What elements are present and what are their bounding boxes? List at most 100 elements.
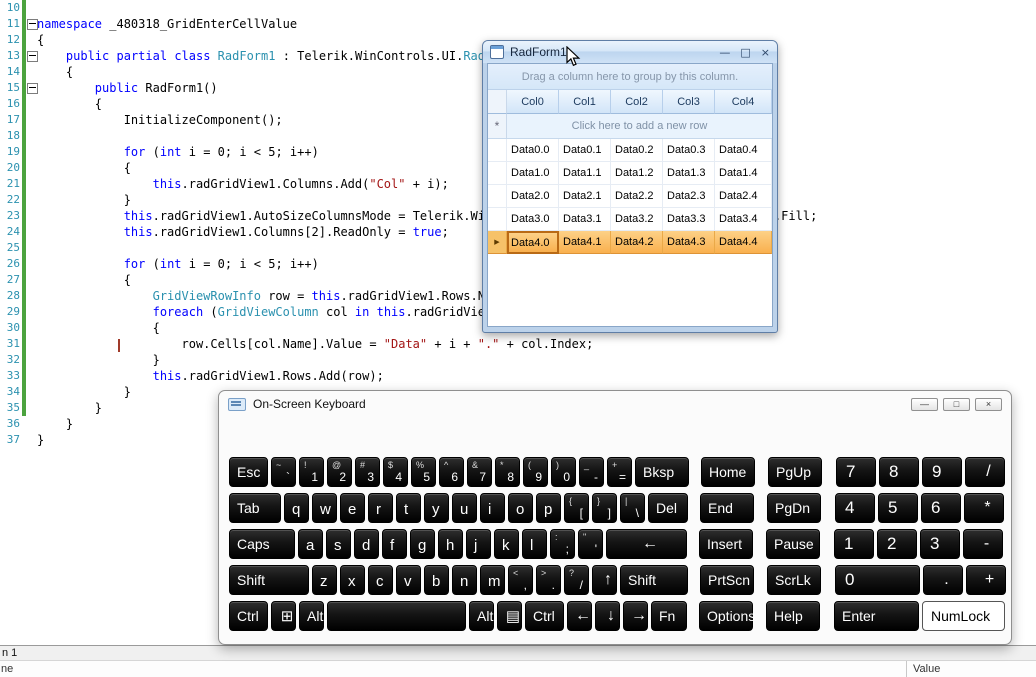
grid-cell[interactable]: Data4.0 bbox=[507, 231, 559, 254]
grid-row-4[interactable]: ▶ Data4.0 Data4.1 Data4.2 Data4.3 Data4.4 bbox=[488, 231, 772, 254]
key-period[interactable]: >. bbox=[536, 565, 561, 595]
key-c[interactable]: c bbox=[368, 565, 393, 595]
key-numpad8[interactable]: 8 bbox=[879, 457, 919, 487]
grid-cell[interactable]: Data2.0 bbox=[507, 185, 559, 208]
minimize-button[interactable]: — bbox=[911, 397, 938, 411]
key-left-bracket[interactable]: {[ bbox=[564, 493, 589, 523]
column-header-col2[interactable]: Col2 bbox=[611, 90, 663, 114]
restore-button[interactable]: □ bbox=[943, 397, 970, 411]
grid-cell[interactable]: Data4.1 bbox=[559, 231, 611, 254]
grid-group-panel[interactable]: Drag a column here to group by this colu… bbox=[488, 64, 772, 90]
column-header-col0[interactable]: Col0 bbox=[507, 90, 559, 114]
code-line[interactable]: 31 row.Cells[col.Name].Value = "Data" + … bbox=[0, 336, 1036, 352]
key-o[interactable]: o bbox=[508, 493, 533, 523]
key-pgdn[interactable]: PgDn bbox=[767, 493, 821, 523]
close-button[interactable]: × bbox=[975, 397, 1002, 411]
radform-titlebar[interactable]: RadForm1 — □ × bbox=[483, 41, 777, 63]
key-z[interactable]: z bbox=[312, 565, 337, 595]
key-menu[interactable]: ▤ bbox=[497, 601, 522, 631]
grid-cell[interactable]: Data0.3 bbox=[663, 139, 715, 162]
code-line[interactable]: 32 } bbox=[0, 352, 1036, 368]
grid-cell[interactable]: Data4.2 bbox=[611, 231, 663, 254]
key-fn[interactable]: Fn bbox=[651, 601, 687, 631]
key-arrow-up[interactable]: ↑ bbox=[592, 565, 617, 595]
key-quote[interactable]: " ' bbox=[578, 529, 603, 559]
key-t[interactable]: t bbox=[396, 493, 421, 523]
key-numpad-add[interactable]: + bbox=[966, 565, 1006, 595]
grid-cell[interactable]: Data2.1 bbox=[559, 185, 611, 208]
key-bksp[interactable]: Bksp bbox=[635, 457, 689, 487]
osk-titlebar[interactable]: On-Screen Keyboard — □ × bbox=[219, 391, 1011, 417]
grid-cell[interactable]: Data4.3 bbox=[663, 231, 715, 254]
key-a[interactable]: a bbox=[298, 529, 323, 559]
key-u[interactable]: u bbox=[452, 493, 477, 523]
key-right-bracket[interactable]: }] bbox=[592, 493, 617, 523]
key-g[interactable]: g bbox=[410, 529, 435, 559]
key-v[interactable]: v bbox=[396, 565, 421, 595]
key-q[interactable]: q bbox=[284, 493, 309, 523]
key-options[interactable]: Options bbox=[699, 601, 755, 631]
key-8[interactable]: * 8 bbox=[495, 457, 520, 487]
grid-cell[interactable]: Data3.0 bbox=[507, 208, 559, 231]
key-numpad-decimal[interactable]: . bbox=[923, 565, 963, 595]
key-slash[interactable]: ? / bbox=[564, 565, 589, 595]
code-line[interactable]: 33 this.radGridView1.Rows.Add(row); bbox=[0, 368, 1036, 384]
grid-cell[interactable]: Data2.4 bbox=[715, 185, 772, 208]
key-numpad3[interactable]: 3 bbox=[920, 529, 960, 559]
grid-cell[interactable]: Data2.3 bbox=[663, 185, 715, 208]
grid-cell[interactable]: Data0.1 bbox=[559, 139, 611, 162]
key-esc[interactable]: Esc bbox=[229, 457, 268, 487]
fold-collapse-icon[interactable] bbox=[27, 19, 38, 30]
key-x[interactable]: x bbox=[340, 565, 365, 595]
key-w[interactable]: w bbox=[312, 493, 337, 523]
key-3[interactable]: #3 bbox=[355, 457, 380, 487]
key-numpad7[interactable]: 7 bbox=[836, 457, 876, 487]
key-key[interactable]: ~ ` bbox=[271, 457, 296, 487]
grid-cell[interactable]: Data3.3 bbox=[663, 208, 715, 231]
key-p[interactable]: p bbox=[536, 493, 561, 523]
key-minus[interactable]: _ - bbox=[579, 457, 604, 487]
grid-cell[interactable]: Data3.1 bbox=[559, 208, 611, 231]
key-b[interactable]: b bbox=[424, 565, 449, 595]
key-m[interactable]: m bbox=[480, 565, 505, 595]
grid-new-row[interactable]: * Click here to add a new row bbox=[488, 114, 772, 139]
key-numpad-enter[interactable]: Enter bbox=[834, 601, 919, 631]
minimize-button[interactable]: — bbox=[719, 47, 730, 58]
column-header-col3[interactable]: Col3 bbox=[663, 90, 715, 114]
grid-cell[interactable]: Data1.1 bbox=[559, 162, 611, 185]
key-scrlk[interactable]: ScrLk bbox=[767, 565, 821, 595]
key-semicolon[interactable]: :; bbox=[550, 529, 575, 559]
fold-collapse-icon[interactable] bbox=[27, 83, 38, 94]
key-space[interactable] bbox=[327, 601, 466, 631]
column-header-col4[interactable]: Col4 bbox=[715, 90, 772, 114]
key-numpad-multiply[interactable]: * bbox=[964, 493, 1004, 523]
key-numpad1[interactable]: 1 bbox=[834, 529, 874, 559]
key-i[interactable]: i bbox=[480, 493, 505, 523]
key-arrow-down[interactable]: ↓ bbox=[595, 601, 620, 631]
key-j[interactable]: j bbox=[466, 529, 491, 559]
key-5[interactable]: % 5 bbox=[411, 457, 436, 487]
key-0[interactable]: ) 0 bbox=[551, 457, 576, 487]
grid-cell[interactable]: Data2.2 bbox=[611, 185, 663, 208]
key-end[interactable]: End bbox=[700, 493, 754, 523]
column-header-col1[interactable]: Col1 bbox=[559, 90, 611, 114]
key-tab[interactable]: Tab bbox=[229, 493, 281, 523]
key-insert[interactable]: Insert bbox=[699, 529, 753, 559]
key-right-ctrl[interactable]: Ctrl bbox=[525, 601, 564, 631]
key-numpad5[interactable]: 5 bbox=[878, 493, 918, 523]
key-enter-return[interactable]: ← bbox=[606, 529, 687, 559]
key-l[interactable]: l bbox=[522, 529, 547, 559]
key-numlock[interactable]: NumLock bbox=[922, 601, 1005, 631]
key-k[interactable]: k bbox=[494, 529, 519, 559]
key-4[interactable]: $4 bbox=[383, 457, 408, 487]
grid-row-2[interactable]: Data2.0 Data2.1 Data2.2 Data2.3 Data2.4 bbox=[488, 185, 772, 208]
key-numpad-subtract[interactable]: - bbox=[963, 529, 1003, 559]
key-f[interactable]: f bbox=[382, 529, 407, 559]
key-right-alt[interactable]: Alt bbox=[469, 601, 494, 631]
key-7[interactable]: & 7 bbox=[467, 457, 492, 487]
key-right-shift[interactable]: Shift bbox=[620, 565, 688, 595]
grid-cell[interactable]: Data1.4 bbox=[715, 162, 772, 185]
grid-cell[interactable]: Data1.3 bbox=[663, 162, 715, 185]
key-alt[interactable]: Alt bbox=[299, 601, 324, 631]
grid-cell[interactable]: Data3.2 bbox=[611, 208, 663, 231]
